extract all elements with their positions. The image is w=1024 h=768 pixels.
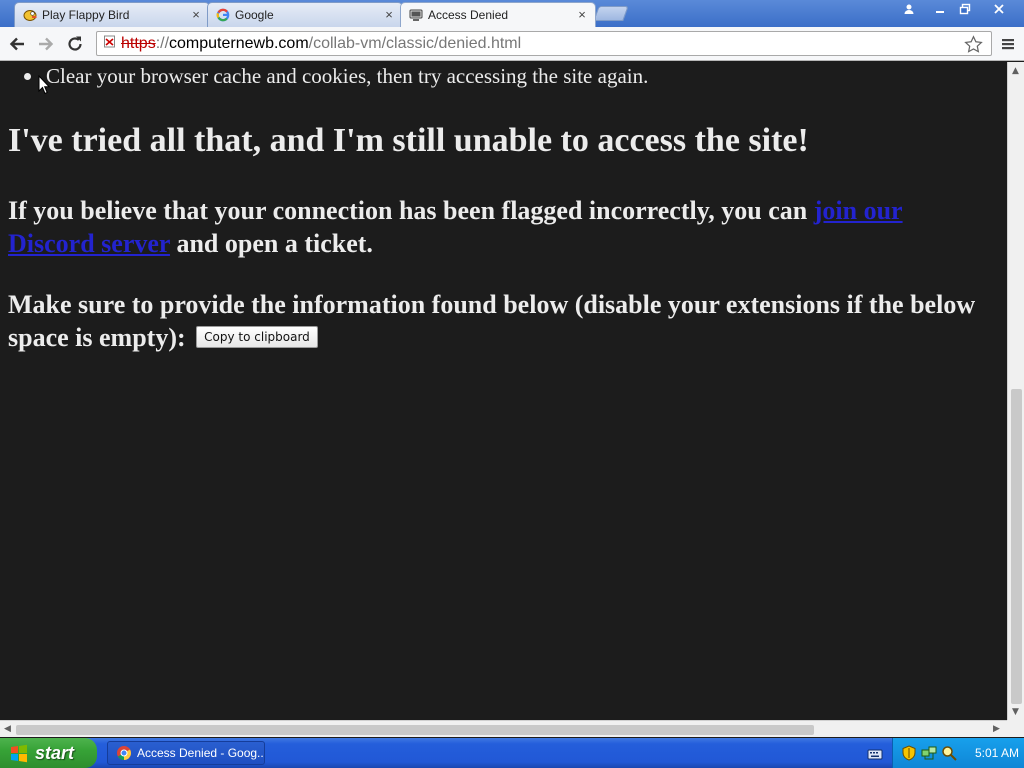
windows-logo-icon (9, 743, 29, 763)
horizontal-scrollbar[interactable]: ◀ ▶ (0, 720, 1007, 737)
copy-to-clipboard-button[interactable]: Copy to clipboard (196, 326, 318, 349)
google-icon (216, 8, 230, 22)
start-label: start (35, 742, 75, 763)
para-text: Make sure to provide the information fou… (8, 290, 976, 352)
user-profile-icon[interactable] (895, 0, 922, 18)
system-tray: 5:01 AM (892, 738, 1024, 768)
close-window-icon[interactable] (985, 0, 1012, 18)
vertical-scroll-thumb[interactable] (1011, 389, 1022, 704)
search-tray-icon[interactable] (941, 745, 957, 761)
list-item: Clear your browser cache and cookies, th… (24, 64, 648, 89)
bookmark-star-icon[interactable] (964, 35, 983, 59)
para-text: and open a ticket. (169, 229, 373, 258)
vertical-scrollbar[interactable]: ▲ ▼ (1007, 62, 1024, 720)
bullet-icon (24, 73, 31, 80)
new-tab-button[interactable] (593, 6, 629, 21)
tab-close-icon[interactable]: × (189, 8, 203, 22)
collabvm-icon (409, 8, 423, 22)
scroll-right-arrow-icon[interactable]: ▶ (993, 724, 1000, 734)
scroll-down-arrow-icon[interactable]: ▼ (1012, 707, 1019, 717)
para-text: If you believe that your connection has … (8, 196, 814, 225)
horizontal-scroll-thumb[interactable] (16, 725, 814, 735)
mouse-cursor-icon (38, 74, 51, 99)
taskbar: start Access Denied - Goog... 5:01 AM (0, 738, 1024, 768)
page-content: Clear your browser cache and cookies, th… (0, 62, 1007, 720)
reload-icon[interactable] (63, 32, 87, 56)
forward-arrow-icon[interactable] (34, 32, 58, 56)
keyboard-icon[interactable] (867, 746, 883, 760)
tab-play-flappy-bird[interactable]: Play Flappy Bird × (14, 2, 210, 27)
address-bar[interactable]: https :// computernewb.com /collab-vm/cl… (96, 31, 992, 56)
scroll-up-arrow-icon[interactable]: ▲ (1012, 66, 1019, 76)
bullet-text: Clear your browser cache and cookies, th… (46, 64, 649, 88)
taskbar-item-chrome[interactable]: Access Denied - Goog... (107, 741, 265, 765)
flappy-bird-icon (23, 8, 37, 22)
tab-title: Play Flappy Bird (42, 8, 130, 22)
tab-title: Google (235, 8, 274, 22)
network-icon[interactable] (921, 745, 937, 761)
tab-access-denied[interactable]: Access Denied × (400, 2, 596, 27)
scroll-left-arrow-icon[interactable]: ◀ (4, 724, 11, 734)
discord-paragraph: If you believe that your connection has … (8, 194, 993, 260)
tab-close-icon[interactable]: × (575, 8, 589, 22)
minimize-icon[interactable] (926, 0, 953, 18)
browser-toolbar: https :// computernewb.com /collab-vm/cl… (0, 27, 1024, 61)
taskbar-item-label: Access Denied - Goog... (137, 746, 265, 760)
url-path: /collab-vm/classic/denied.html (308, 34, 522, 52)
clock: 5:01 AM (975, 746, 1020, 760)
restore-icon[interactable] (951, 0, 978, 18)
tab-title: Access Denied (428, 8, 509, 22)
security-shield-icon[interactable] (901, 745, 917, 761)
insecure-page-icon[interactable] (103, 34, 117, 53)
start-button[interactable]: start (0, 738, 97, 768)
info-paragraph: Make sure to provide the information fou… (8, 288, 993, 354)
page-heading: I've tried all that, and I'm still unabl… (8, 122, 809, 159)
url-separator: :// (155, 34, 170, 52)
url-host: computernewb.com (169, 34, 309, 52)
browser-titlebar: Play Flappy Bird × Google × Access Denie… (0, 0, 1024, 27)
menu-icon[interactable] (996, 32, 1020, 56)
chrome-icon (116, 745, 132, 761)
tab-close-icon[interactable]: × (382, 8, 396, 22)
scrollbar-corner (1007, 720, 1024, 737)
back-arrow-icon[interactable] (5, 32, 29, 56)
url-scheme: https (121, 34, 156, 52)
tab-google[interactable]: Google × (207, 2, 403, 27)
